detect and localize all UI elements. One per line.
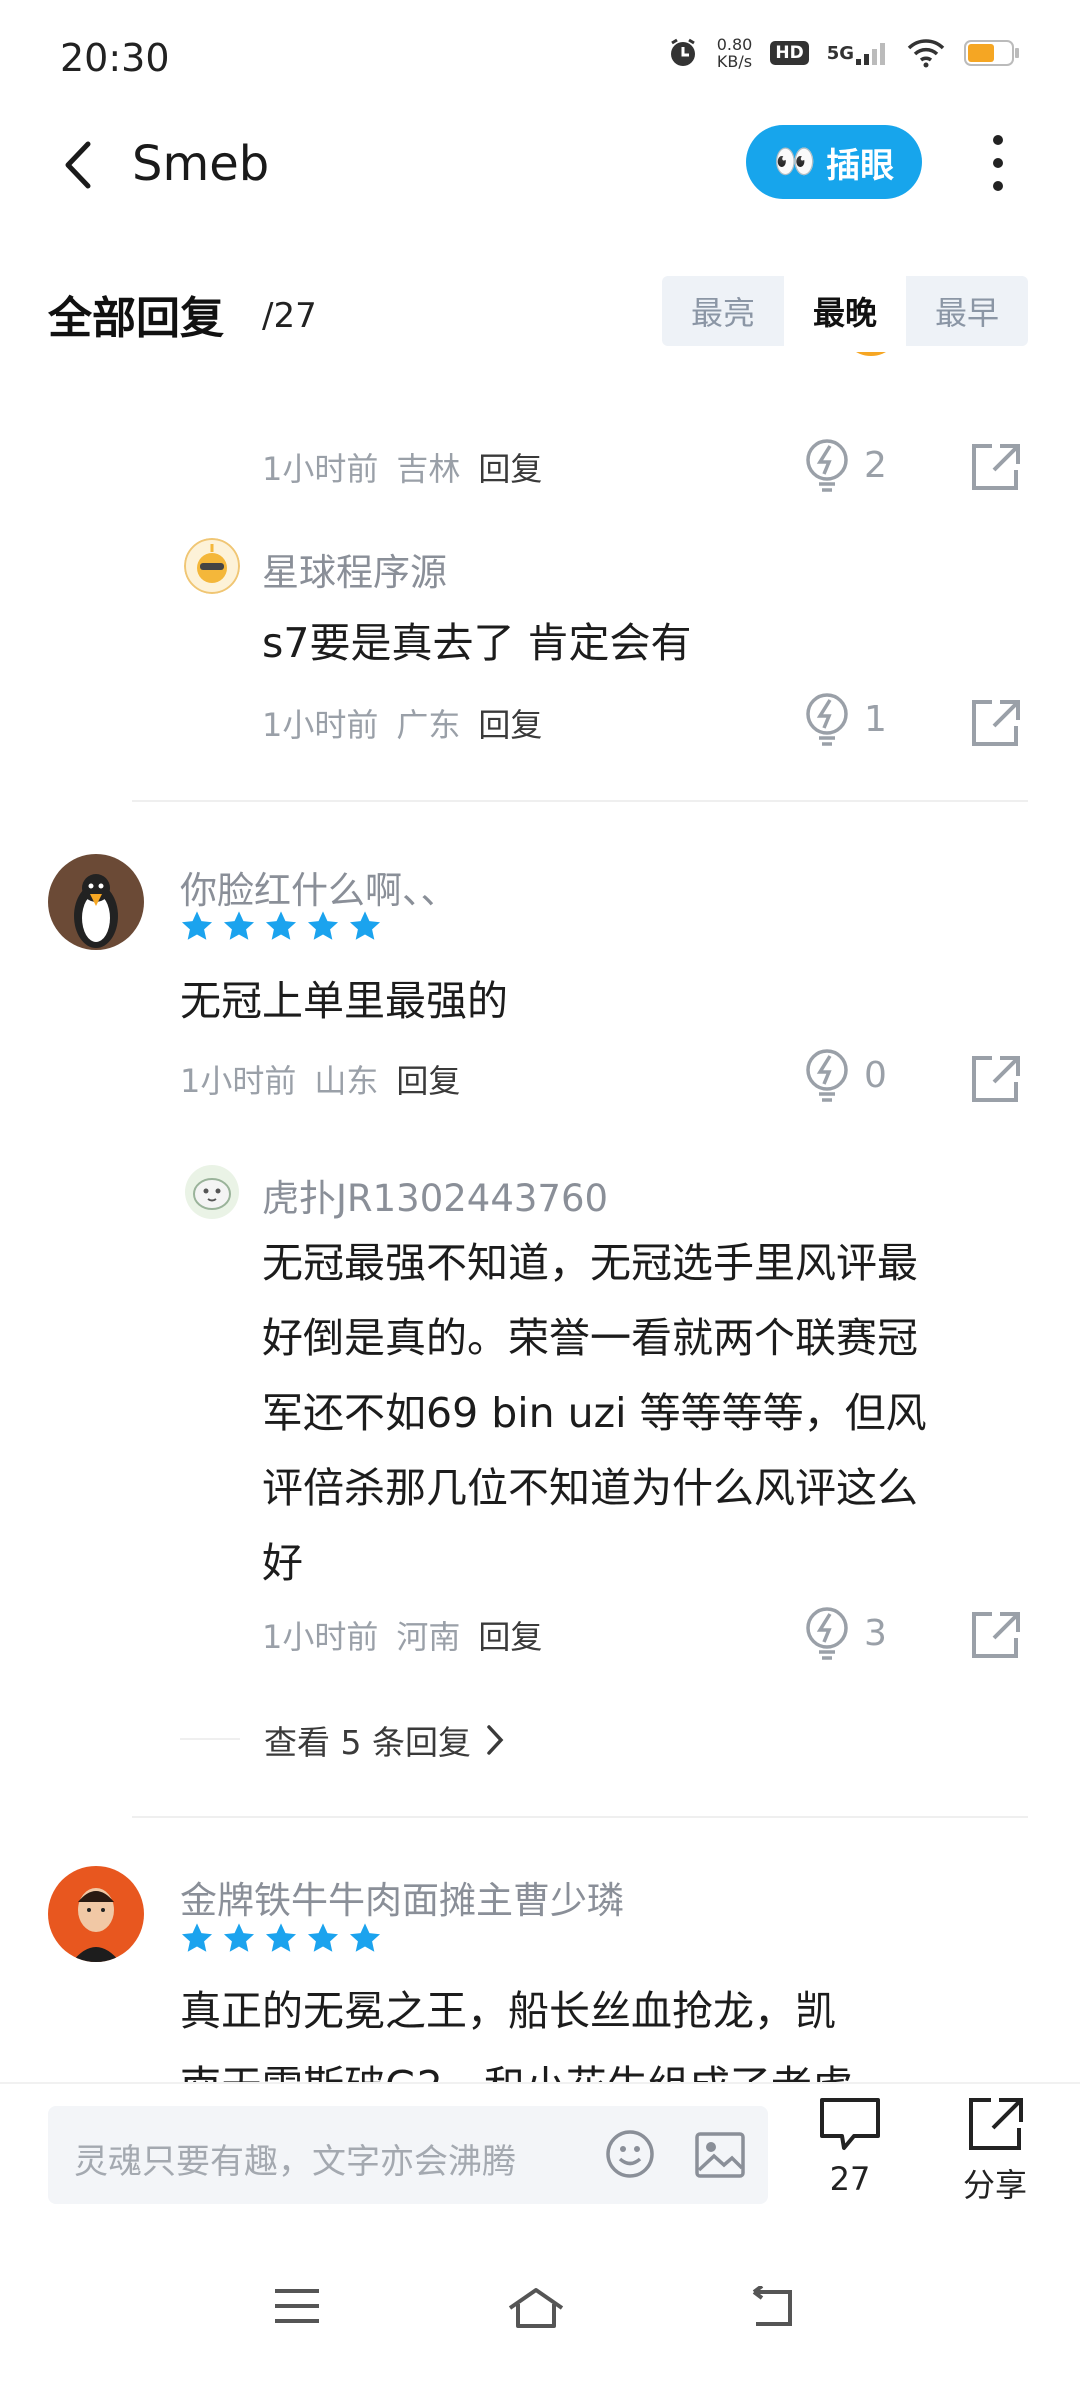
home-icon — [508, 2288, 564, 2328]
home-button[interactable] — [506, 2286, 566, 2334]
status-icons: 0.80 KB/s HD 5G — [667, 36, 1020, 70]
alarm-icon — [667, 37, 699, 69]
sort-tab-brightest[interactable]: 最亮 — [662, 276, 784, 346]
star-icon — [307, 1923, 339, 1952]
back-button[interactable] — [50, 130, 110, 200]
peek-label: 插眼 — [826, 145, 895, 186]
rating-stars — [180, 1922, 382, 1954]
username[interactable]: 金牌铁牛牛肉面摊主曹少璘 — [180, 1870, 624, 1924]
lightbulb-icon — [806, 1049, 848, 1102]
star-icon — [265, 911, 297, 940]
battery-icon — [964, 38, 1020, 68]
share-icon[interactable] — [970, 1054, 1022, 1108]
reply-count: /27 — [262, 296, 317, 336]
sort-tab-latest[interactable]: 最晚 — [784, 276, 906, 346]
emoji-icon[interactable] — [604, 2128, 656, 2184]
comment-input[interactable]: 灵魂只要有趣，文字亦会沸腾 — [48, 2106, 768, 2204]
back-nav-button[interactable] — [746, 2284, 796, 2334]
comment-bubble-icon — [820, 2098, 880, 2150]
signal-icon: 5G — [827, 39, 888, 67]
star-icon — [223, 911, 255, 940]
input-placeholder: 灵魂只要有趣，文字亦会沸腾 — [74, 2142, 516, 2182]
share-label: 分享 — [962, 2166, 1027, 2204]
view-more-replies[interactable]: 查看 5 条回复 — [264, 1716, 505, 1764]
page-title: Smeb — [132, 136, 270, 192]
share-icon — [969, 2098, 1023, 2150]
eyes-icon: 👀 — [773, 142, 817, 182]
sort-tab-earliest[interactable]: 最早 — [906, 276, 1028, 346]
username[interactable]: 星球程序源 — [262, 542, 447, 596]
avatar[interactable] — [184, 1164, 240, 1220]
star-icon — [181, 911, 213, 940]
image-icon[interactable] — [694, 2130, 746, 2184]
rating-stars — [180, 910, 382, 942]
menu-icon — [275, 2289, 319, 2323]
like-button[interactable]: 0 — [804, 1048, 887, 1102]
peek-button[interactable]: 👀 插眼 — [746, 125, 922, 199]
reply-header: 全部回复 /27 最亮 最晚 最早 — [0, 270, 1080, 350]
comment-meta: 1小时前 河南 回复 — [262, 1612, 542, 1658]
comment-feed[interactable]: 1小时前 吉林 回复 2 星球程序源 s7要是真去了 肯定会有 1小时前 广东 … — [0, 352, 1080, 2082]
comment-text: s7要是真去了 肯定会有 — [262, 619, 692, 667]
avatar[interactable] — [48, 854, 144, 950]
share-icon[interactable] — [970, 442, 1022, 496]
reply-link[interactable]: 回复 — [478, 444, 542, 490]
avatar[interactable] — [48, 1866, 144, 1962]
divider — [132, 1816, 1028, 1818]
more-options-button[interactable] — [970, 128, 1026, 198]
sort-tabs: 最亮 最晚 最早 — [662, 276, 1028, 346]
status-bar: 20:30 0.80 KB/s HD 5G — [0, 0, 1080, 110]
lightbulb-icon — [806, 439, 848, 492]
divider — [132, 800, 1028, 802]
emoji-icon-partial — [838, 352, 904, 362]
star-icon — [265, 1923, 297, 1952]
view-more-line — [180, 1738, 240, 1740]
clipped-comment-text — [260, 352, 920, 358]
share-icon[interactable] — [970, 698, 1022, 752]
share-icon[interactable] — [970, 1610, 1022, 1664]
star-icon — [349, 1923, 381, 1952]
star-icon — [307, 911, 339, 940]
star-icon — [349, 911, 381, 940]
hd-badge: HD — [770, 41, 809, 65]
comment-input-bar: 灵魂只要有趣，文字亦会沸腾 27 分享 — [0, 2082, 1080, 2224]
reply-link[interactable]: 回复 — [478, 700, 542, 746]
network-speed: 0.80 KB/s — [716, 35, 753, 71]
more-vertical-icon — [993, 135, 1003, 191]
all-replies-title: 全部回复 — [48, 293, 224, 344]
comments-count-button[interactable]: 27 — [810, 2096, 890, 2216]
lightbulb-icon — [806, 693, 848, 746]
menu-button[interactable] — [272, 2286, 322, 2330]
comment-meta: 1小时前 山东 回复 — [180, 1056, 460, 1102]
status-time: 20:30 — [60, 36, 170, 80]
username[interactable]: 虎扑JR1302443760 — [262, 1168, 608, 1222]
comments-count: 27 — [829, 2160, 871, 2198]
star-icon — [223, 1923, 255, 1952]
username[interactable]: 你脸红什么啊、、 — [180, 860, 458, 914]
comment-meta: 1小时前 吉林 回复 — [262, 444, 542, 490]
comment-text: 无冠最强不知道，无冠选手里风评最 好倒是真的。荣誉一看就两个联赛冠 军还不如69… — [262, 1239, 927, 1587]
share-button[interactable]: 分享 — [950, 2096, 1040, 2216]
like-button[interactable]: 3 — [804, 1606, 887, 1660]
chevron-left-icon — [65, 141, 91, 189]
reply-link[interactable]: 回复 — [478, 1612, 542, 1658]
star-icon — [181, 1923, 213, 1952]
wifi-icon — [906, 38, 946, 68]
reply-link[interactable]: 回复 — [396, 1056, 460, 1102]
top-nav: Smeb 👀 插眼 — [0, 110, 1080, 220]
comment-meta: 1小时前 广东 回复 — [262, 700, 542, 746]
chevron-right-icon — [487, 1725, 504, 1755]
lightbulb-icon — [806, 1607, 848, 1660]
system-nav-bar — [0, 2224, 1080, 2388]
avatar[interactable] — [184, 538, 240, 594]
comment-text: 真正的无冕之王，船长丝血抢龙，凯 南天雷斯破G2，和小花生组成了老虎 — [180, 1987, 853, 2082]
comment-text: 无冠上单里最强的 — [180, 977, 508, 1025]
like-button[interactable]: 1 — [804, 692, 887, 746]
back-icon — [752, 2284, 792, 2326]
like-button[interactable]: 2 — [804, 438, 887, 492]
